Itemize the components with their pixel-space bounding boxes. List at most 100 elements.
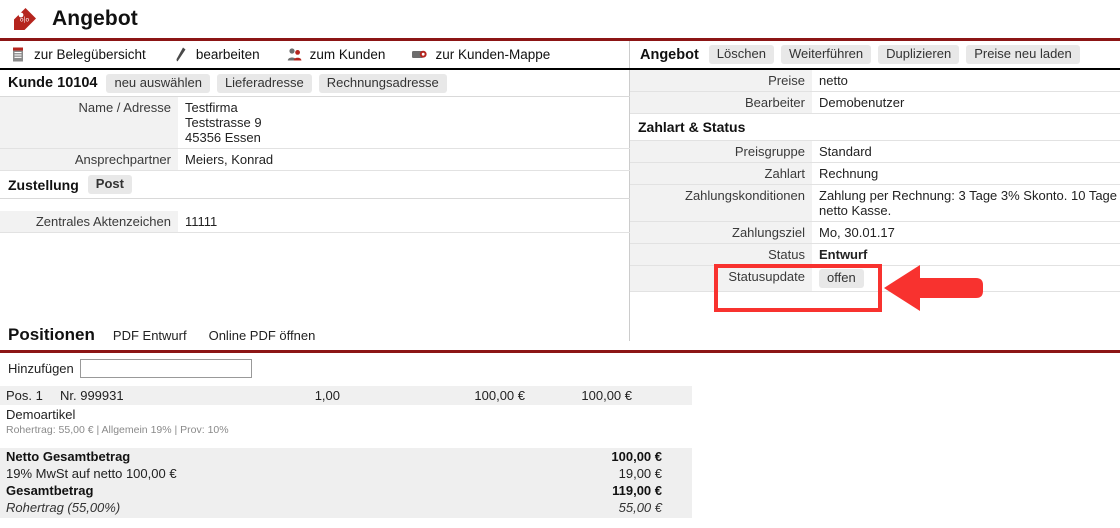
total-value: 119,00 € [612, 483, 662, 498]
field-label: Ansprechpartner [0, 148, 178, 171]
toolbar-item-zum-kunden[interactable]: zum Kunden [286, 46, 386, 63]
total-value: 55,00 € [618, 500, 662, 515]
total-value: 19,00 € [618, 466, 662, 481]
table-row: Preise netto [630, 70, 1120, 92]
delivery-section: Zustellung Post [0, 171, 630, 199]
pdf-draft-link[interactable]: PDF Entwurf [113, 328, 187, 343]
page-title: Angebot [52, 7, 138, 30]
position-article-name: Demoartikel [6, 407, 76, 422]
table-row[interactable]: Pos. 1 Nr. 999931 1,00 100,00 € 100,00 € [0, 386, 692, 405]
customer-number: Kunde 10104 [8, 75, 98, 91]
offer-panel-header: Angebot Löschen Weiterführen Duplizieren… [630, 41, 1120, 70]
field-value: 11111 [185, 214, 218, 229]
table-row-statusupdate: Statusupdate offen [630, 265, 1120, 292]
toolbar-item-label: zum Kunden [309, 47, 386, 62]
field-value: Zahlung per Rechnung: 3 Tage 3% Skonto. … [819, 188, 1118, 218]
left-column: zur Belegübersicht bearbeiten zum Kunden… [0, 41, 630, 233]
total-row-margin: Rohertrag (55,00%) 55,00 € [0, 499, 692, 516]
field-value: Meiers, Konrad [185, 152, 274, 167]
toolbar-item-label: zur Kunden-Mappe [435, 47, 551, 62]
total-row-gross: Gesamtbetrag 119,00 € [0, 482, 692, 499]
customer-fields-table: Name / Adresse Testfirma Teststrasse 9 4… [0, 97, 630, 171]
total-row-vat: 19% MwSt auf netto 100,00 € 19,00 € [0, 465, 692, 482]
delivery-method-button[interactable]: Post [87, 175, 132, 194]
table-row: Zentrales Aktenzeichen 11111 [0, 211, 630, 233]
online-pdf-link[interactable]: Online PDF öffnen [209, 328, 316, 343]
total-label: Gesamtbetrag [6, 483, 94, 498]
field-label: Zahlungsziel [630, 221, 812, 244]
table-row-status: Status Entwurf [630, 243, 1120, 266]
customer-bar: Kunde 10104 neu auswählen Lieferadresse … [0, 70, 630, 97]
position-unit-price: 100,00 € [474, 388, 525, 403]
total-label: 19% MwSt auf netto 100,00 € [6, 466, 177, 481]
status-label: Status [630, 243, 812, 266]
field-label: Preise [630, 70, 812, 92]
continue-button[interactable]: Weiterführen [780, 45, 872, 64]
price-tag-icon: o|o [12, 6, 38, 32]
add-position-row: Hinzufügen [0, 355, 740, 381]
delete-button[interactable]: Löschen [708, 45, 774, 64]
field-label: Zahlart [630, 162, 812, 185]
table-row: Name / Adresse Testfirma Teststrasse 9 4… [0, 97, 630, 149]
billing-address-button[interactable]: Rechnungsadresse [318, 73, 447, 93]
positions-table: Pos. 1 Nr. 999931 1,00 100,00 € 100,00 €… [0, 386, 692, 440]
table-row: Preisgruppe Standard [630, 141, 1120, 163]
delivery-address-button[interactable]: Lieferadresse [216, 73, 312, 93]
address-line-1: Testfirma [185, 100, 238, 115]
offer-detail-page: o|o Angebot zur Belegübersicht bearbeite… [0, 0, 1120, 528]
field-value: Demobenutzer [819, 95, 905, 110]
positions-divider [0, 350, 1120, 353]
positions-header: Positionen PDF Entwurf Online PDF öffnen [0, 320, 740, 350]
toolbar-item-label: zur Belegübersicht [34, 47, 146, 62]
folder-camera-icon [411, 46, 428, 63]
address-line-2: Teststrasse 9 [185, 115, 262, 130]
statusupdate-label: Statusupdate [630, 265, 812, 292]
total-row-net: Netto Gesamtbetrag 100,00 € [0, 448, 692, 465]
toolbar-item-beleguebersicht[interactable]: zur Belegübersicht [10, 46, 146, 63]
position-number: Nr. 999931 [60, 388, 124, 403]
table-row: Ansprechpartner Meiers, Konrad [0, 148, 630, 171]
action-toolbar: zur Belegübersicht bearbeiten zum Kunden… [0, 41, 630, 70]
offer-fields-table: Preise netto Bearbeiter Demobenutzer [630, 70, 1120, 114]
totals-block: Netto Gesamtbetrag 100,00 € 19% MwSt auf… [0, 448, 692, 518]
field-value: netto [819, 73, 848, 88]
document-list-icon [10, 46, 27, 63]
payment-fields-table: Preisgruppe Standard Zahlart Rechnung Za… [630, 141, 1120, 292]
position-quantity: 1,00 [314, 388, 340, 403]
toolbar-item-bearbeiten[interactable]: bearbeiten [172, 46, 260, 63]
field-label: Name / Adresse [0, 97, 178, 149]
field-label: Preisgruppe [630, 141, 812, 163]
statusupdate-button[interactable]: offen [819, 269, 864, 288]
annotation-arrow-icon [884, 262, 984, 314]
users-icon [286, 46, 303, 63]
position-total: 100,00 € [581, 388, 632, 403]
address-line-3: 45356 Essen [185, 130, 261, 145]
position-index: Pos. 1 [6, 388, 43, 403]
delivery-label: Zustellung [8, 176, 79, 193]
positions-title: Positionen [8, 325, 95, 344]
right-column: Angebot Löschen Weiterführen Duplizieren… [630, 41, 1120, 292]
payment-section-title: Zahlart & Status [630, 114, 1120, 141]
page-header: o|o Angebot [0, 0, 1120, 38]
toolbar-item-kunden-mappe[interactable]: zur Kunden-Mappe [411, 46, 550, 63]
field-value: Mo, 30.01.17 [819, 225, 895, 240]
toolbar-item-label: bearbeiten [195, 47, 260, 62]
table-row: Zahlungskonditionen Zahlung per Rechnung… [630, 184, 1120, 222]
field-label: Zentrales Aktenzeichen [0, 211, 178, 233]
total-value: 100,00 € [611, 449, 662, 464]
duplicate-button[interactable]: Duplizieren [878, 45, 960, 64]
add-position-input[interactable] [79, 358, 252, 378]
field-value: Standard [819, 144, 872, 159]
field-value: Testfirma Teststrasse 9 45356 Essen [178, 97, 630, 149]
reference-fields-table: Zentrales Aktenzeichen 11111 [0, 211, 630, 233]
reload-prices-button[interactable]: Preise neu laden [966, 45, 1080, 64]
field-label: Zahlungskonditionen [630, 184, 812, 222]
pencil-icon [172, 46, 189, 63]
field-label: Bearbeiter [630, 91, 812, 114]
field-value: Rechnung [819, 166, 879, 181]
customer-reselect-button[interactable]: neu auswählen [106, 73, 210, 93]
svg-text:o|o: o|o [20, 17, 30, 24]
position-meta: Rohertrag: 55,00 € | Allgemein 19% | Pro… [6, 424, 229, 436]
offer-panel-title: Angebot [640, 46, 699, 63]
